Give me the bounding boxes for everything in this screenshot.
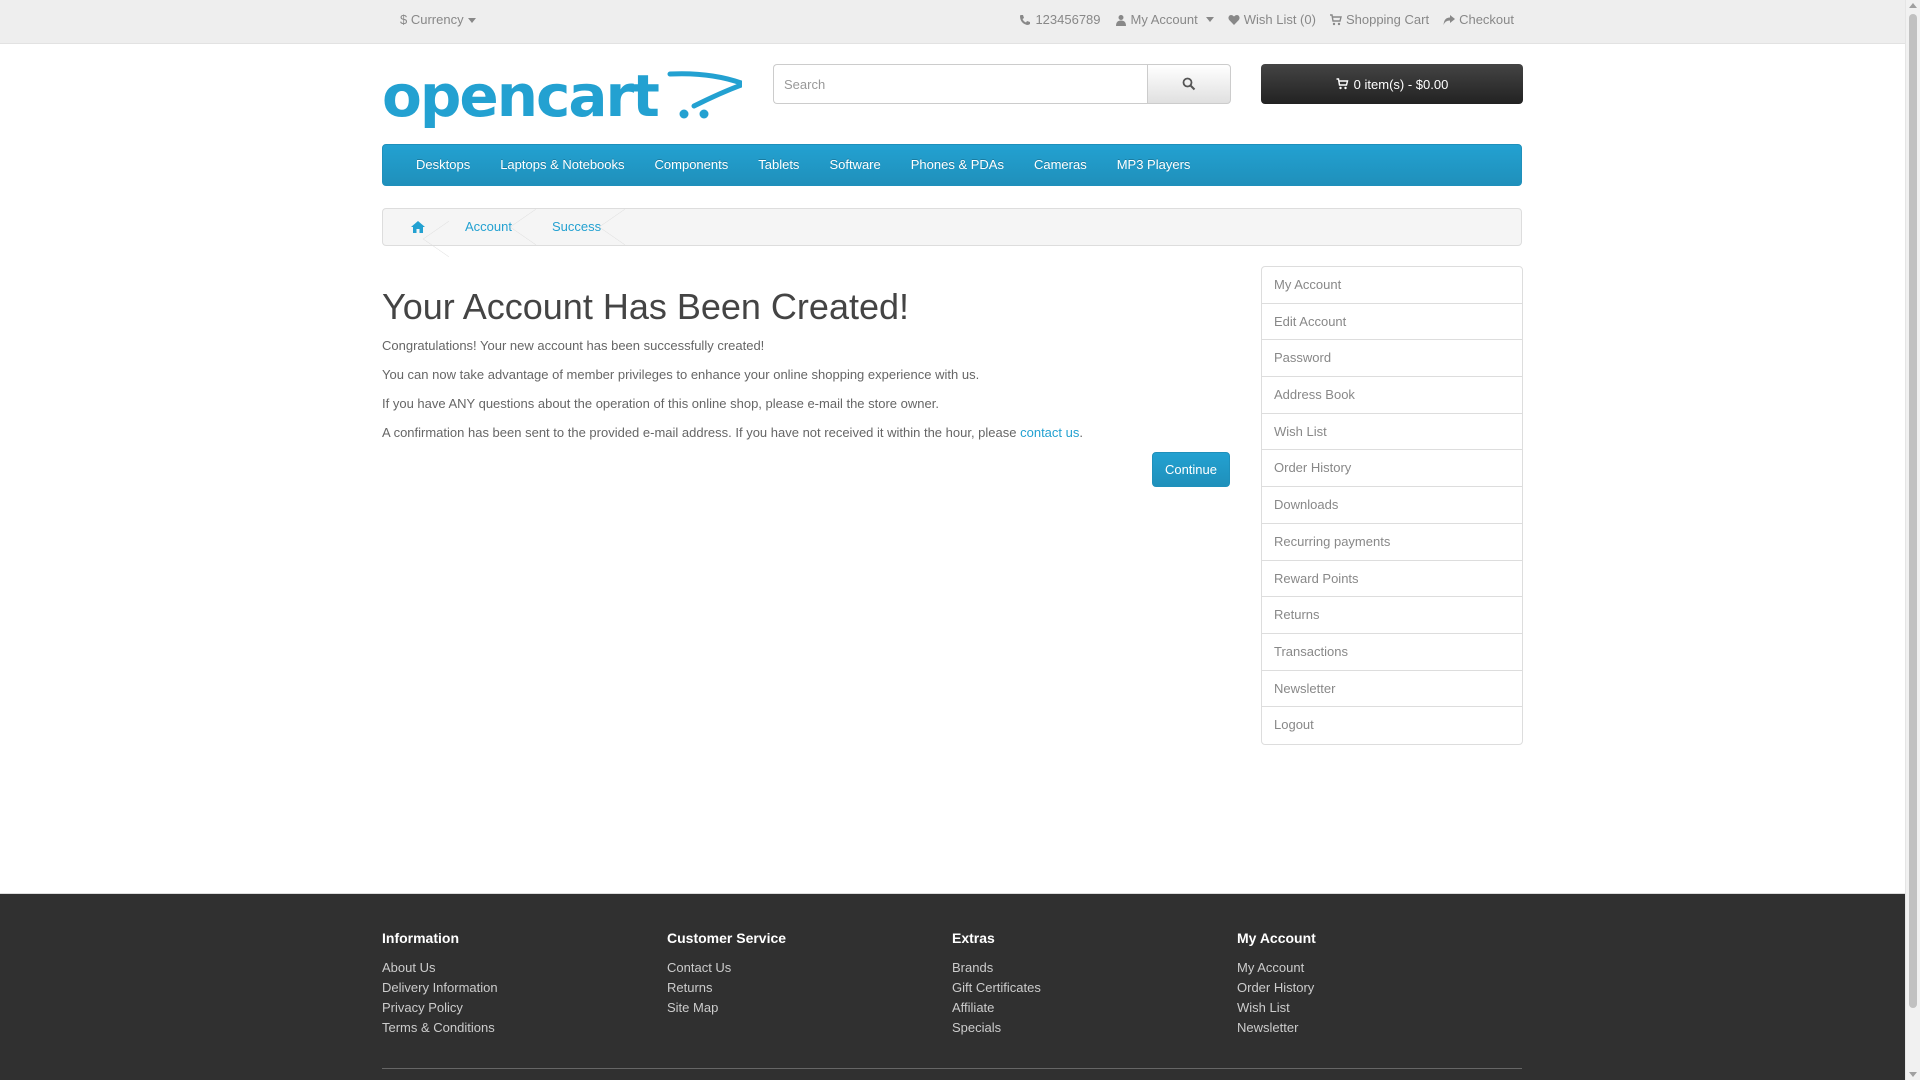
footer-divider: [382, 1068, 1522, 1069]
top-bar: $ Currency 123456789 My Account Wish Lis…: [0, 0, 1920, 44]
cart-button[interactable]: 0 item(s) - $0.00: [1261, 64, 1523, 104]
page-title: Your Account Has Been Created!: [382, 286, 910, 327]
breadcrumb-home[interactable]: [393, 221, 449, 257]
success-message: Congratulations! Your new account has be…: [382, 338, 765, 353]
shopping-cart-link[interactable]: Shopping Cart: [1329, 12, 1430, 27]
account-sidebar: My Account Edit Account Password Address…: [1261, 266, 1523, 745]
footer-link-affiliate[interactable]: Affiliate: [952, 998, 1237, 1018]
footer-link-terms-conditions[interactable]: Terms & Conditions: [382, 1018, 667, 1038]
caret-down-icon: [1205, 17, 1214, 22]
menu-item-software[interactable]: Software: [814, 144, 895, 186]
menu-item-phones-pdas[interactable]: Phones & PDAs: [896, 144, 1019, 186]
confirmation-text-end: .: [1079, 425, 1083, 440]
footer-heading-customer-service: Customer Service: [667, 930, 787, 946]
footer-column-information: Information About Us Delivery Informatio…: [382, 930, 667, 1038]
search-icon: [1182, 77, 1196, 91]
shopping-cart-label: Shopping Cart: [1345, 12, 1430, 27]
sidebar-item-my-account[interactable]: My Account: [1262, 267, 1522, 304]
footer-link-gift-certificates[interactable]: Gift Certificates: [952, 978, 1237, 998]
footer-link-about-us[interactable]: About Us: [382, 958, 667, 978]
scroll-up-arrow-icon[interactable]: [1909, 3, 1917, 8]
sidebar-item-logout[interactable]: Logout: [1262, 707, 1522, 744]
contact-us-link[interactable]: contact us: [1020, 425, 1079, 440]
menu-item-cameras[interactable]: Cameras: [1019, 144, 1102, 186]
scroll-down-arrow-icon[interactable]: [1909, 1072, 1917, 1077]
sidebar-item-downloads[interactable]: Downloads: [1262, 487, 1522, 524]
search-input[interactable]: [773, 64, 1147, 104]
phone-icon: [1020, 14, 1031, 25]
my-account-label: My Account: [1130, 12, 1198, 27]
footer-column-extras: Extras Brands Gift Certificates Affiliat…: [952, 930, 1237, 1038]
footer-link-newsletter[interactable]: Newsletter: [1237, 1018, 1522, 1038]
breadcrumb: Account Success: [382, 208, 1522, 257]
footer-link-delivery-information[interactable]: Delivery Information: [382, 978, 667, 998]
sidebar-item-wish-list[interactable]: Wish List: [1262, 414, 1522, 451]
sidebar-item-address-book[interactable]: Address Book: [1262, 377, 1522, 414]
currency-dropdown[interactable]: $ Currency: [400, 12, 476, 27]
search-box: [773, 64, 1231, 104]
logo-text: opencart: [382, 62, 659, 130]
main-menu: Desktops Laptops & Notebooks Components …: [382, 144, 1522, 186]
search-button[interactable]: [1147, 64, 1231, 104]
scrollbar-thumb[interactable]: [1909, 14, 1917, 1008]
share-icon: [1443, 14, 1456, 25]
sidebar-item-recurring-payments[interactable]: Recurring payments: [1262, 524, 1522, 561]
footer-link-wish-list[interactable]: Wish List: [1237, 998, 1522, 1018]
sidebar-item-reward-points[interactable]: Reward Points: [1262, 561, 1522, 598]
breadcrumb-account[interactable]: Account: [447, 209, 536, 245]
heart-icon: [1228, 14, 1240, 25]
footer-link-returns[interactable]: Returns: [667, 978, 952, 998]
footer-link-contact-us[interactable]: Contact Us: [667, 958, 952, 978]
checkout-link[interactable]: Checkout: [1443, 12, 1514, 27]
footer-link-privacy-policy[interactable]: Privacy Policy: [382, 998, 667, 1018]
footer-link-order-history[interactable]: Order History: [1237, 978, 1522, 998]
sidebar-item-password[interactable]: Password: [1262, 340, 1522, 378]
wish-list-link[interactable]: Wish List (0): [1228, 12, 1316, 27]
questions-text: If you have ANY questions about the oper…: [382, 396, 939, 411]
vertical-scrollbar[interactable]: [1905, 0, 1920, 1080]
caret-down-icon: [467, 18, 476, 24]
main-content: Your Account Has Been Created! Congratul…: [382, 266, 1230, 487]
checkout-label: Checkout: [1459, 12, 1514, 27]
cart-icon: [1329, 13, 1342, 25]
phone-number: 123456789: [1035, 12, 1101, 27]
confirmation-text-body: A confirmation has been sent to the prov…: [382, 425, 1021, 440]
home-icon: [411, 221, 425, 233]
cart-icon: [1336, 78, 1349, 90]
menu-item-components[interactable]: Components: [640, 144, 744, 186]
menu-item-tablets[interactable]: Tablets: [743, 144, 814, 186]
footer-heading-my-account: My Account: [1237, 930, 1316, 946]
footer-link-brands[interactable]: Brands: [952, 958, 1237, 978]
phone-link[interactable]: 123456789: [1019, 12, 1101, 27]
menu-item-laptops-notebooks[interactable]: Laptops & Notebooks: [485, 144, 639, 186]
currency-label: $ Currency: [400, 12, 464, 27]
menu-item-mp3-players[interactable]: MP3 Players: [1102, 144, 1206, 186]
wish-list-label: Wish List (0): [1243, 12, 1316, 27]
sidebar-item-order-history[interactable]: Order History: [1262, 450, 1522, 488]
sidebar-item-transactions[interactable]: Transactions: [1262, 634, 1522, 671]
user-icon: [1115, 14, 1126, 26]
sidebar-item-returns[interactable]: Returns: [1262, 597, 1522, 634]
footer-link-my-account[interactable]: My Account: [1237, 958, 1522, 978]
sidebar-item-edit-account[interactable]: Edit Account: [1262, 304, 1522, 341]
footer: Information About Us Delivery Informatio…: [0, 893, 1905, 1080]
header: opencart 0 item(s) - $0.00: [0, 44, 1920, 144]
continue-button[interactable]: Continue: [1151, 452, 1230, 487]
top-links: 123456789 My Account Wish List (0) Shopp…: [1019, 12, 1514, 27]
content-row: Your Account Has Been Created! Congratul…: [382, 246, 1523, 766]
my-account-dropdown[interactable]: My Account: [1115, 12, 1214, 27]
cart-total: 0 item(s) - $0.00: [1353, 76, 1449, 92]
footer-link-specials[interactable]: Specials: [952, 1018, 1237, 1038]
footer-heading-information: Information: [382, 930, 459, 946]
footer-heading-extras: Extras: [952, 930, 995, 946]
footer-column-my-account: My Account My Account Order History Wish…: [1237, 930, 1522, 1038]
breadcrumb-success[interactable]: Success: [534, 209, 626, 245]
footer-link-site-map[interactable]: Site Map: [667, 998, 952, 1018]
member-privileges-text: You can now take advantage of member pri…: [382, 367, 980, 382]
confirmation-text: A confirmation has been sent to the prov…: [382, 425, 1230, 440]
menu-item-desktops[interactable]: Desktops: [401, 144, 485, 186]
opencart-logo[interactable]: opencart: [382, 62, 742, 134]
sidebar-item-newsletter[interactable]: Newsletter: [1262, 671, 1522, 708]
footer-column-customer-service: Customer Service Contact Us Returns Site…: [667, 930, 952, 1038]
